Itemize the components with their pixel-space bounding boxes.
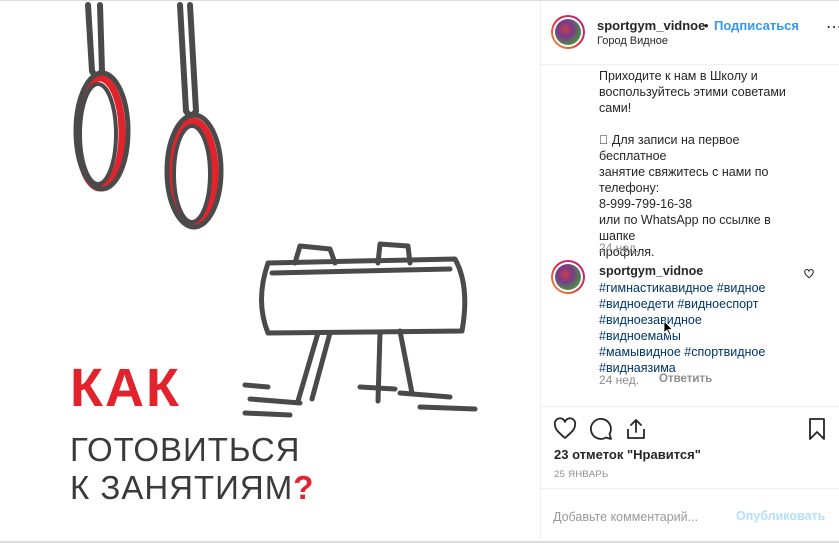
- publish-button[interactable]: Опубликовать: [736, 509, 825, 523]
- heart-icon[interactable]: [553, 417, 577, 441]
- headline-line-3: К ЗАНЯТИЯМ?: [70, 471, 314, 504]
- panel-divider: [540, 1, 541, 542]
- headline-kak: КАК: [70, 358, 181, 418]
- comment-hashtags[interactable]: #гимнастикавидное #видное #видноедети #в…: [599, 280, 769, 376]
- comment-icon[interactable]: [589, 417, 613, 441]
- comment-box-separator: [541, 488, 839, 489]
- avatar-image: [553, 17, 583, 47]
- headline-line-3-text: К ЗАНЯТИЯМ: [70, 469, 294, 506]
- header-username[interactable]: sportgym_vidnoe: [597, 18, 705, 33]
- comment-time[interactable]: 24 нед.: [599, 373, 639, 387]
- post-date[interactable]: 25 ЯНВАРЬ: [554, 469, 609, 480]
- pommel-horse: [242, 241, 478, 418]
- mouse-cursor-icon: [663, 320, 674, 336]
- headline-question-mark: ?: [293, 469, 315, 506]
- comment-input[interactable]: [553, 508, 723, 526]
- comment-avatar[interactable]: [551, 260, 585, 294]
- location-link[interactable]: Город Видное: [597, 35, 668, 47]
- caption-text: Приходите к нам в Школу и воспользуйтесь…: [599, 69, 786, 259]
- right-gymnastic-ring: [164, 112, 224, 230]
- post-image[interactable]: КАК ГОТОВИТЬСЯ К ЗАНЯТИЯМ?: [0, 1, 540, 541]
- comment-like-icon[interactable]: [804, 269, 814, 279]
- more-options-icon[interactable]: ⋯: [826, 17, 839, 37]
- bookmark-icon[interactable]: [805, 417, 829, 441]
- left-gymnastic-ring: [73, 70, 131, 192]
- avatar[interactable]: [551, 15, 585, 49]
- share-icon[interactable]: [624, 417, 648, 441]
- reply-button[interactable]: Ответить: [659, 373, 712, 385]
- header-separator: •: [704, 18, 709, 33]
- post-header: sportgym_vidnoe • Подписаться Город Видн…: [541, 1, 839, 65]
- actions-separator: [541, 406, 839, 407]
- comment-username[interactable]: sportgym_vidnoe: [599, 264, 703, 278]
- comment-avatar-image: [553, 262, 583, 292]
- headline-line-2: ГОТОВИТЬСЯ: [70, 431, 301, 468]
- follow-button[interactable]: Подписаться: [714, 18, 799, 33]
- caption-time[interactable]: 24 нед.: [599, 241, 639, 255]
- likes-count[interactable]: 23 отметок "Нравится": [554, 447, 701, 462]
